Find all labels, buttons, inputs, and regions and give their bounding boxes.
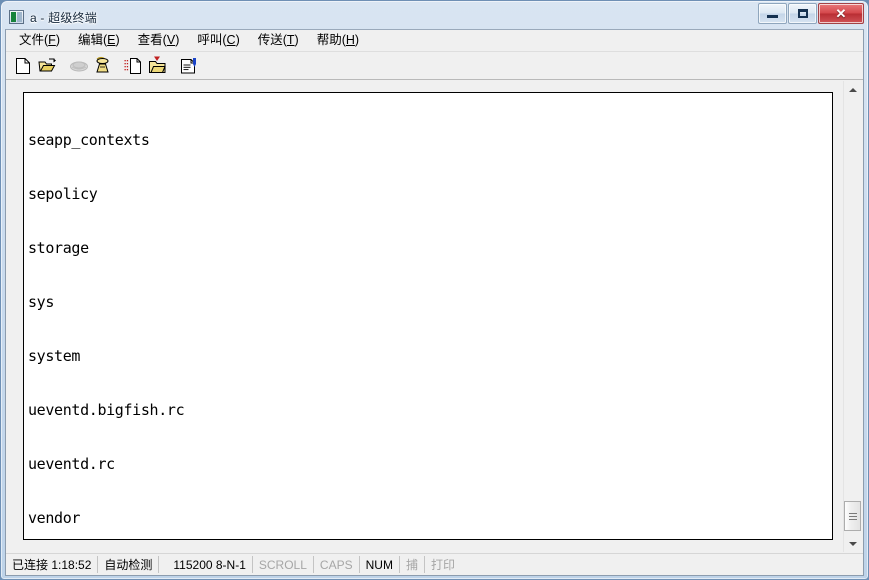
status-print-indicator: 打印 (430, 558, 455, 572)
menu-edit-label: 编辑( (77, 32, 108, 47)
menu-transfer[interactable]: 传送(T) (249, 31, 308, 51)
scroll-grip-icon (848, 511, 857, 522)
status-num-indicator: NUM (360, 556, 400, 573)
call-phone-icon (93, 56, 112, 76)
status-baud: 115200 8-N-1 (167, 556, 253, 573)
hyperterminal-window: a - 超级终端 ✕ 文件(F) 编辑(E) 查看(V) 呼叫(C) 传送(T)… (0, 0, 869, 580)
terminal-line: system (28, 347, 81, 365)
scroll-up-button[interactable] (844, 81, 861, 98)
terminal-text: seapp_contexts sepolicy storage sys syst… (28, 95, 514, 539)
receive-file-icon (148, 56, 167, 75)
open-folder-icon (38, 57, 57, 75)
menu-help-label: 帮助( (316, 32, 346, 47)
menu-file[interactable]: 文件(F) (10, 31, 69, 51)
toolbar (6, 52, 863, 80)
new-connection-icon (15, 57, 32, 75)
hyperterminal-icon (9, 10, 24, 24)
receive-file-button[interactable] (146, 55, 169, 77)
terminal-area: seapp_contexts sepolicy storage sys syst… (6, 80, 863, 553)
menu-call-tail: ) (235, 32, 240, 47)
terminal-line: storage (28, 239, 89, 257)
call-button[interactable] (91, 55, 114, 77)
close-button[interactable]: ✕ (818, 3, 864, 24)
menu-call[interactable]: 呼叫(C) (188, 31, 248, 51)
menu-transfer-accel: T (286, 32, 295, 47)
send-file-icon (124, 57, 143, 75)
window-controls: ✕ (757, 3, 864, 24)
terminal-line: vendor (28, 509, 81, 527)
scroll-track[interactable] (844, 98, 861, 535)
menu-help-accel: H (345, 32, 355, 47)
menu-help-tail: ) (354, 32, 360, 47)
menu-file-label: 文件( (19, 32, 49, 47)
restore-icon (789, 4, 816, 23)
menu-view-label: 查看( (137, 32, 167, 47)
terminal-output-pane[interactable]: seapp_contexts sepolicy storage sys syst… (23, 92, 833, 540)
chevron-up-icon (848, 87, 857, 92)
menu-edit[interactable]: 编辑(E) (69, 31, 129, 51)
menu-view-accel: V (166, 32, 176, 47)
titlebar[interactable]: a - 超级终端 ✕ (5, 3, 864, 29)
terminal-line: sepolicy (28, 185, 98, 203)
menu-file-tail: ) (55, 32, 60, 47)
close-icon: ✕ (835, 5, 847, 21)
properties-button[interactable] (177, 55, 200, 77)
scroll-thumb[interactable] (844, 501, 861, 531)
status-connection: 已连接 1:18:52 (6, 556, 99, 573)
open-folder-button[interactable] (36, 55, 59, 77)
maximize-restore-button[interactable] (788, 3, 817, 24)
menu-help[interactable]: 帮助(H) (308, 31, 368, 51)
terminal-line: ueventd.bigfish.rc (28, 401, 185, 419)
menu-call-accel: C (226, 32, 236, 47)
menubar: 文件(F) 编辑(E) 查看(V) 呼叫(C) 传送(T) 帮助(H) (6, 30, 863, 52)
vertical-scrollbar[interactable] (843, 81, 861, 552)
menu-transfer-tail: ) (294, 32, 299, 47)
menu-view[interactable]: 查看(V) (129, 31, 189, 51)
minimize-icon (759, 4, 786, 23)
terminal-line: ueventd.rc (28, 455, 115, 473)
status-caps-indicator: CAPS (314, 556, 360, 573)
menu-edit-accel: E (107, 32, 116, 47)
new-connection-button[interactable] (12, 55, 35, 77)
menu-edit-tail: ) (115, 32, 120, 47)
disconnect-button (67, 55, 90, 77)
status-detect: 自动检测 (98, 556, 160, 573)
menu-file-accel: F (48, 32, 56, 47)
status-scroll-indicator: SCROLL (253, 556, 314, 573)
status-capture-indicator: 捕 (400, 556, 425, 573)
disconnect-phone-icon (69, 58, 89, 74)
minimize-button[interactable] (758, 3, 787, 24)
window-title: a - 超级终端 (30, 10, 97, 25)
properties-icon (179, 57, 198, 75)
menu-transfer-label: 传送( (257, 32, 287, 47)
send-file-button[interactable] (122, 55, 145, 77)
statusbar: 已连接 1:18:52 自动检测 115200 8-N-1 SCROLL CAP… (6, 553, 863, 575)
terminal-line: seapp_contexts (28, 131, 150, 149)
menu-view-tail: ) (175, 32, 180, 47)
chevron-down-icon (848, 541, 857, 546)
scroll-down-button[interactable] (844, 535, 861, 552)
terminal-line: sys (28, 293, 55, 311)
menu-call-label: 呼叫( (197, 32, 227, 47)
client-area: 文件(F) 编辑(E) 查看(V) 呼叫(C) 传送(T) 帮助(H) seap… (5, 29, 864, 576)
